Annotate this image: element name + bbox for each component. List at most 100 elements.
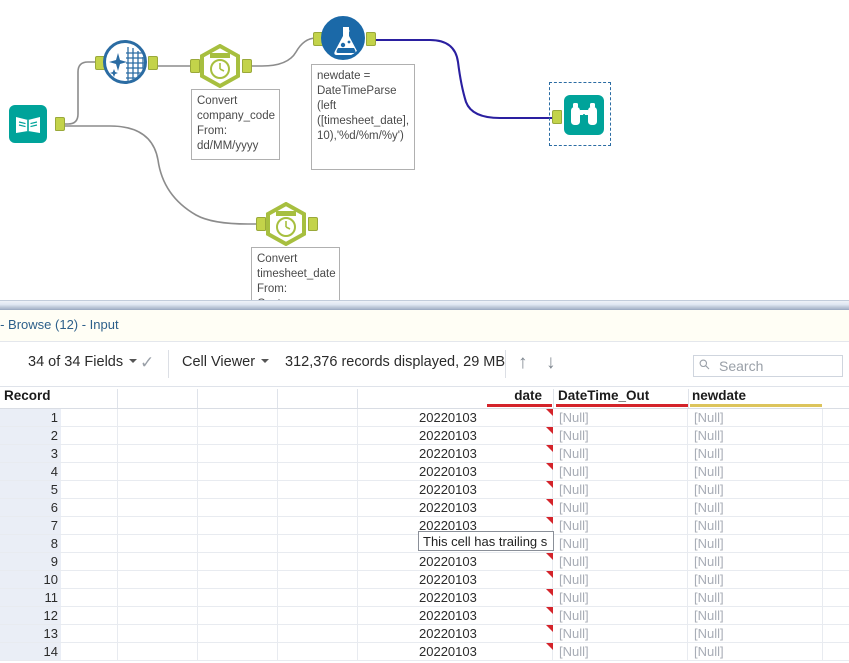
trailing-whitespace-flag-icon[interactable] xyxy=(546,643,553,650)
fields-selector[interactable]: 34 of 34 Fields xyxy=(28,354,139,370)
newdate-cell[interactable]: [Null] xyxy=(689,427,823,444)
datetime-tool-bottom[interactable] xyxy=(256,201,318,247)
search-input[interactable] xyxy=(717,356,837,376)
trailing-whitespace-flag-icon[interactable] xyxy=(546,445,553,452)
datetime-out-cell[interactable]: [Null] xyxy=(554,409,688,426)
table-row[interactable]: 9 20220103 [Null] [Null] xyxy=(0,553,849,571)
trailing-whitespace-flag-icon[interactable] xyxy=(546,607,553,614)
newdate-cell[interactable]: [Null] xyxy=(689,553,823,570)
cell-viewer-selector[interactable]: Cell Viewer xyxy=(182,354,271,370)
hidden-columns-area[interactable] xyxy=(62,589,414,606)
table-row[interactable]: 14 20220103 [Null] [Null] xyxy=(0,643,849,661)
table-row[interactable]: 6 20220103 [Null] [Null] xyxy=(0,499,849,517)
arrow-up-icon[interactable]: ↑ xyxy=(518,352,528,374)
table-row[interactable]: 2 20220103 [Null] [Null] xyxy=(0,427,849,445)
datetime-tool-top[interactable] xyxy=(190,43,252,89)
hidden-columns-area[interactable] xyxy=(62,427,414,444)
hidden-columns-area[interactable] xyxy=(62,571,414,588)
trailing-whitespace-flag-icon[interactable] xyxy=(546,499,553,506)
date-cell[interactable]: 20220103 xyxy=(414,571,553,588)
formula-tool[interactable] xyxy=(313,16,376,60)
date-cell[interactable]: 20220103 xyxy=(414,409,553,426)
hidden-columns-area[interactable] xyxy=(62,643,414,660)
newdate-cell[interactable]: [Null] xyxy=(689,589,823,606)
trailing-whitespace-flag-icon[interactable] xyxy=(546,517,553,524)
table-row[interactable]: 11 20220103 [Null] [Null] xyxy=(0,589,849,607)
input-anchor[interactable] xyxy=(552,110,562,124)
newdate-cell[interactable]: [Null] xyxy=(689,625,823,642)
date-cell[interactable]: 20220103 xyxy=(414,463,553,480)
newdate-cell[interactable]: [Null] xyxy=(689,463,823,480)
browse-tool[interactable] xyxy=(549,82,611,146)
data-cleansing-tool[interactable] xyxy=(95,40,158,84)
trailing-whitespace-flag-icon[interactable] xyxy=(546,409,553,416)
input-data-tool[interactable] xyxy=(9,105,65,143)
trailing-whitespace-flag-icon[interactable] xyxy=(546,481,553,488)
output-anchor[interactable] xyxy=(366,32,376,46)
datetime-out-cell[interactable]: [Null] xyxy=(554,607,688,624)
newdate-cell[interactable]: [Null] xyxy=(689,499,823,516)
column-divider[interactable] xyxy=(553,389,554,408)
table-row[interactable]: 12 20220103 [Null] [Null] xyxy=(0,607,849,625)
pane-splitter[interactable] xyxy=(0,300,849,310)
hidden-columns-area[interactable] xyxy=(62,481,414,498)
date-cell[interactable]: 20220103 xyxy=(414,553,553,570)
datetime-out-cell[interactable]: [Null] xyxy=(554,589,688,606)
record-column-header[interactable]: Record xyxy=(4,387,62,409)
table-row[interactable]: 10 20220103 [Null] [Null] xyxy=(0,571,849,589)
arrow-down-icon[interactable]: ↓ xyxy=(546,352,556,374)
table-row[interactable]: 1 20220103 [Null] [Null] xyxy=(0,409,849,427)
newdate-cell[interactable]: [Null] xyxy=(689,481,823,498)
trailing-whitespace-flag-icon[interactable] xyxy=(546,427,553,434)
datetime-out-cell[interactable]: [Null] xyxy=(554,553,688,570)
results-grid[interactable]: Record date DateTime_Out newdate 1 202201… xyxy=(0,387,849,663)
hidden-columns-area[interactable] xyxy=(62,463,414,480)
output-anchor[interactable] xyxy=(308,217,318,231)
newdate-cell[interactable]: [Null] xyxy=(689,643,823,660)
trailing-whitespace-flag-icon[interactable] xyxy=(546,589,553,596)
datetime-out-cell[interactable]: [Null] xyxy=(554,463,688,480)
hidden-columns-area[interactable] xyxy=(62,499,414,516)
trailing-whitespace-flag-icon[interactable] xyxy=(546,571,553,578)
workflow-canvas[interactable]: Convert company_code From: dd/MM/yyyy ne… xyxy=(0,0,849,300)
datetime-out-cell[interactable]: [Null] xyxy=(554,427,688,444)
search-box[interactable] xyxy=(693,355,843,377)
hidden-columns-area[interactable] xyxy=(62,625,414,642)
trailing-whitespace-flag-icon[interactable] xyxy=(546,553,553,560)
table-row[interactable]: 3 20220103 [Null] [Null] xyxy=(0,445,849,463)
date-cell[interactable]: 20220103 xyxy=(414,643,553,660)
hidden-columns-area[interactable] xyxy=(62,517,414,534)
output-anchor[interactable] xyxy=(242,59,252,73)
output-anchor[interactable] xyxy=(55,117,65,131)
breadcrumb[interactable]: s - Browse (12) - Input xyxy=(0,317,119,332)
date-cell[interactable]: 20220103 xyxy=(414,607,553,624)
check-icon[interactable]: ✓ xyxy=(140,353,154,373)
datetime-out-cell[interactable]: [Null] xyxy=(554,517,688,534)
datetime-out-cell[interactable]: [Null] xyxy=(554,499,688,516)
column-divider[interactable] xyxy=(117,389,118,408)
datetime-out-cell[interactable]: [Null] xyxy=(554,481,688,498)
column-divider[interactable] xyxy=(688,389,689,408)
column-divider[interactable] xyxy=(277,389,278,408)
table-row[interactable]: 4 20220103 [Null] [Null] xyxy=(0,463,849,481)
column-divider[interactable] xyxy=(357,389,358,408)
date-cell[interactable]: 20220103 xyxy=(414,589,553,606)
table-row[interactable]: 13 20220103 [Null] [Null] xyxy=(0,625,849,643)
newdate-cell[interactable]: [Null] xyxy=(689,535,823,552)
date-cell[interactable]: 20220103 xyxy=(414,427,553,444)
hidden-columns-area[interactable] xyxy=(62,535,414,552)
table-row[interactable]: 5 20220103 [Null] [Null] xyxy=(0,481,849,499)
datetime-out-cell[interactable]: [Null] xyxy=(554,571,688,588)
hidden-columns-area[interactable] xyxy=(62,607,414,624)
column-divider[interactable] xyxy=(197,389,198,408)
hidden-columns-area[interactable] xyxy=(62,445,414,462)
hidden-columns-area[interactable] xyxy=(62,409,414,426)
trailing-whitespace-flag-icon[interactable] xyxy=(546,463,553,470)
hidden-columns-area[interactable] xyxy=(62,553,414,570)
date-cell[interactable]: 20220103 xyxy=(414,445,553,462)
newdate-cell[interactable]: [Null] xyxy=(689,517,823,534)
datetime-out-cell[interactable]: [Null] xyxy=(554,625,688,642)
newdate-cell[interactable]: [Null] xyxy=(689,607,823,624)
datetime-out-cell[interactable]: [Null] xyxy=(554,643,688,660)
output-anchor[interactable] xyxy=(148,56,158,70)
